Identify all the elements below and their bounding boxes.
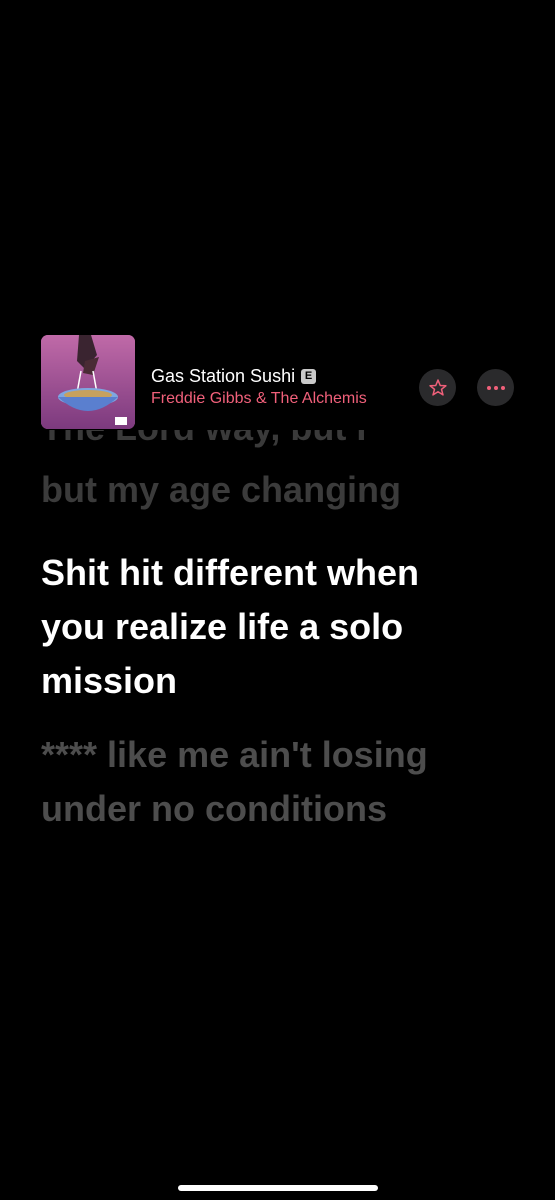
artist-fade	[385, 389, 407, 413]
explicit-badge: E	[301, 368, 317, 384]
lyric-text-current-3: mission	[41, 660, 178, 701]
lyric-text-current-1: Shit hit different when	[41, 552, 419, 593]
more-options-button[interactable]	[477, 369, 514, 406]
track-artist[interactable]: Freddie Gibbs & The Alchemis	[151, 390, 399, 408]
track-title: Gas Station Sushi	[151, 365, 296, 386]
lyric-text-current-2: you realize life a solo	[41, 606, 404, 647]
star-icon	[428, 378, 447, 396]
track-title-row: Gas Station Sushi E	[151, 364, 399, 388]
lyric-line-previous[interactable]: but my age changing	[41, 463, 521, 517]
now-playing-header: Gas Station Sushi E Freddie Gibbs & The …	[0, 334, 555, 430]
ellipsis-icon	[486, 385, 505, 390]
lyrics-view[interactable]: The Lord way, but I but my age changing …	[41, 430, 521, 836]
track-info[interactable]: Gas Station Sushi E Freddie Gibbs & The …	[151, 364, 399, 408]
favorite-button[interactable]	[419, 369, 456, 406]
lyric-text-next-2: under no conditions	[41, 788, 387, 829]
home-indicator[interactable]	[178, 1185, 378, 1191]
lyric-line-current[interactable]: Shit hit different when you realize life…	[41, 546, 521, 708]
lyric-partial-text: The Lord way, but I	[41, 430, 366, 449]
album-artwork-icon[interactable]	[41, 335, 135, 429]
lyric-line-previous-partial[interactable]: The Lord way, but I	[41, 430, 521, 466]
lyric-line-next[interactable]: **** like me ain't losing under no condi…	[41, 728, 521, 836]
lyric-text-next-1: **** like me ain't losing	[41, 734, 428, 775]
